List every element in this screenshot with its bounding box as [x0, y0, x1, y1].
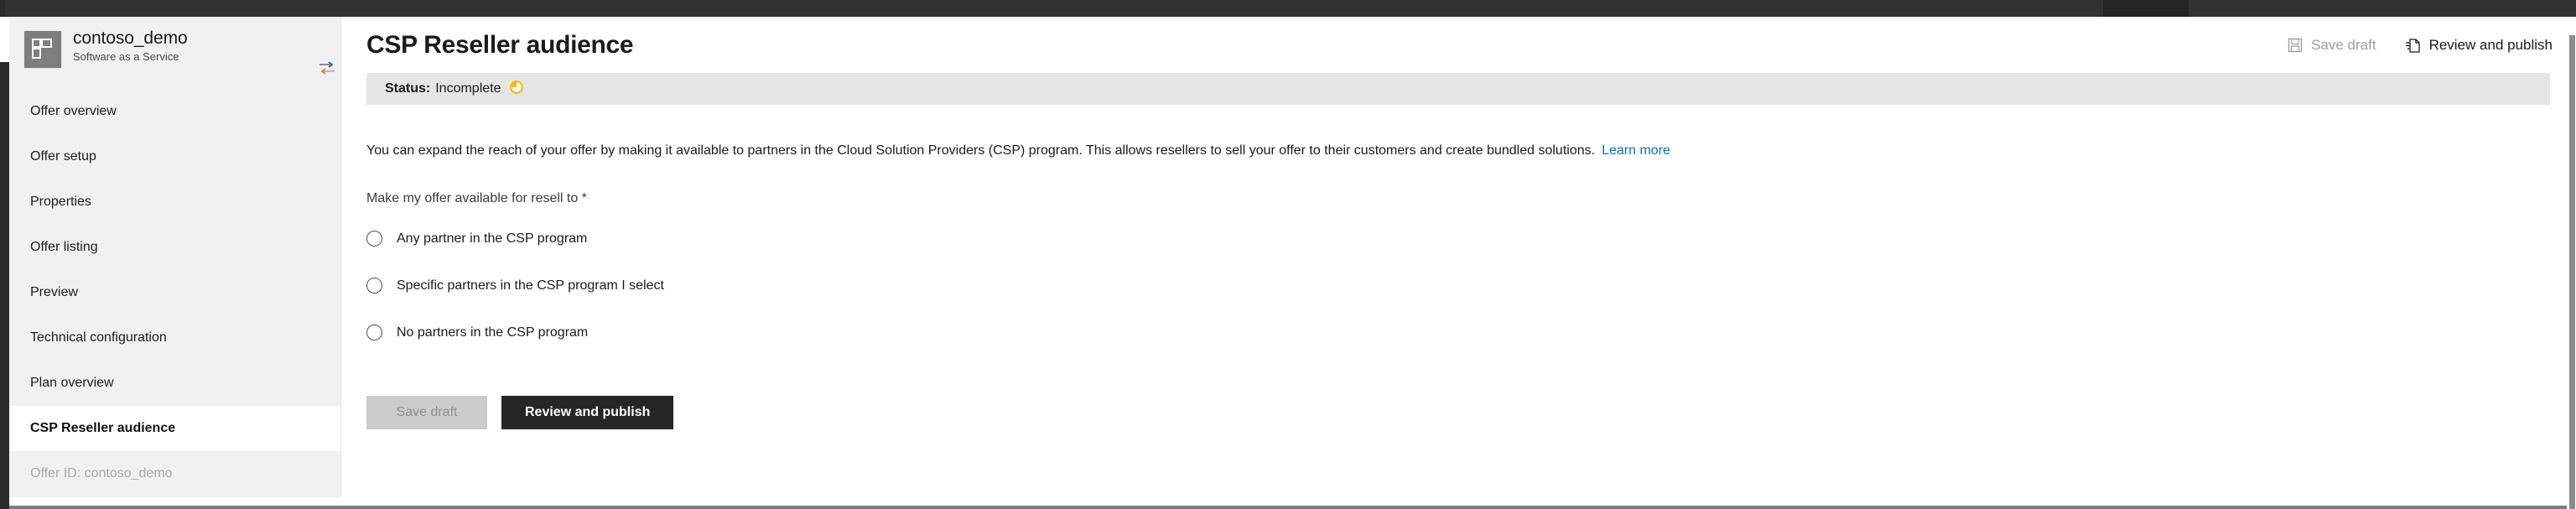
description-paragraph: You can expand the reach of your offer b…: [366, 142, 2379, 160]
header-review-publish-button[interactable]: Review and publish: [2405, 37, 2553, 54]
browser-tab[interactable]: [2103, 0, 2189, 17]
footer-actions: Save draft Review and publish: [366, 396, 674, 429]
brand-text: contoso_demo Software as a Service: [73, 28, 188, 64]
left-rail: [0, 17, 9, 509]
swap-arrows-icon[interactable]: [318, 60, 336, 75]
vertical-scrollbar[interactable]: [2566, 17, 2576, 509]
main-content: CSP Reseller audience Save draft Review …: [342, 17, 2566, 497]
sidebar-item-label: CSP Reseller audience: [30, 421, 176, 435]
squares-tile-icon: [23, 30, 62, 69]
sidebar-item-technical-configuration[interactable]: Technical configuration: [9, 315, 340, 361]
sidebar: contoso_demo Software as a Service Offer…: [9, 17, 341, 497]
header-actions: Save draft Review and publish: [2288, 37, 2553, 54]
radio-option-specific-partners[interactable]: Specific partners in the CSP program I s…: [366, 273, 664, 298]
left-rail-fill: [0, 62, 9, 509]
radio-circle-icon[interactable]: [366, 278, 382, 293]
scrollbar-thumb[interactable]: [2569, 35, 2575, 509]
radio-circle-icon[interactable]: [366, 231, 382, 247]
bottom-border: [9, 506, 2567, 509]
sidebar-item-properties[interactable]: Properties: [9, 179, 340, 225]
sidebar-header: contoso_demo Software as a Service: [9, 17, 340, 82]
resell-radio-group: Any partner in the CSP program Specific …: [366, 226, 664, 367]
sidebar-item-label: Offer listing: [30, 240, 98, 254]
save-draft-button[interactable]: Save draft: [366, 396, 487, 429]
sidebar-nav: Offer overview Offer setup Properties Of…: [9, 82, 340, 496]
sidebar-item-csp-reseller-audience[interactable]: CSP Reseller audience: [9, 406, 340, 451]
header-save-draft-label: Save draft: [2311, 37, 2376, 53]
sidebar-item-label: Plan overview: [30, 376, 114, 390]
description-text: You can expand the reach of your offer b…: [366, 143, 1596, 158]
radio-option-label: Specific partners in the CSP program I s…: [397, 278, 664, 293]
resell-field-label: Make my offer available for resell to *: [366, 191, 587, 205]
review-and-publish-button[interactable]: Review and publish: [501, 396, 674, 429]
window-titlebar: [0, 0, 2576, 17]
sidebar-item-preview[interactable]: Preview: [9, 270, 340, 315]
radio-circle-icon[interactable]: [366, 325, 382, 340]
radio-option-label: No partners in the CSP program: [397, 325, 589, 340]
sidebar-item-plan-overview[interactable]: Plan overview: [9, 361, 340, 406]
sidebar-item-offer-listing[interactable]: Offer listing: [9, 225, 340, 270]
status-label: Status:: [385, 81, 431, 96]
publish-page-icon: [2405, 38, 2421, 54]
sidebar-item-label: Offer setup: [30, 149, 96, 164]
sidebar-item-offer-setup[interactable]: Offer setup: [9, 134, 340, 179]
page-title: CSP Reseller audience: [366, 31, 634, 59]
floppy-disk-icon: [2288, 38, 2303, 53]
titlebar-left-edge: [0, 0, 5, 17]
sidebar-item-offer-overview[interactable]: Offer overview: [9, 89, 340, 134]
sidebar-item-label: Properties: [30, 195, 91, 209]
header-review-publish-label: Review and publish: [2428, 37, 2553, 53]
radio-option-label: Any partner in the CSP program: [397, 231, 588, 246]
sidebar-item-label: Technical configuration: [30, 330, 167, 345]
sidebar-item-label: Offer overview: [30, 104, 117, 118]
offer-name: contoso_demo: [73, 29, 188, 48]
sidebar-item-offer-id: Offer ID: contoso_demo: [9, 451, 340, 496]
radio-option-any-partner[interactable]: Any partner in the CSP program: [366, 226, 664, 251]
sidebar-item-label: Offer ID: contoso_demo: [30, 466, 173, 480]
offer-type: Software as a Service: [73, 50, 179, 63]
learn-more-link[interactable]: Learn more: [1602, 143, 1670, 158]
radio-option-no-partners[interactable]: No partners in the CSP program: [366, 320, 664, 345]
clock-pending-icon: [509, 80, 524, 99]
status-banner: Status: Incomplete: [366, 73, 2550, 105]
status-value: Incomplete: [435, 81, 501, 96]
header-save-draft-button[interactable]: Save draft: [2288, 37, 2376, 54]
sidebar-item-label: Preview: [30, 285, 78, 299]
app-window: contoso_demo Software as a Service Offer…: [0, 0, 2576, 509]
